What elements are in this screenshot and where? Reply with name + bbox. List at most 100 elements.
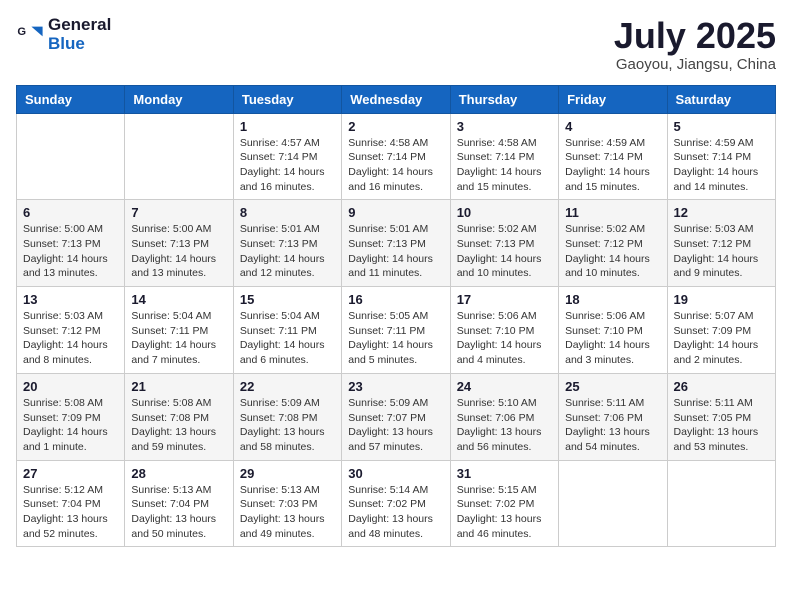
day-number: 7 [131,205,226,220]
day-number: 26 [674,379,769,394]
day-number: 27 [23,466,118,481]
day-info: Sunrise: 5:12 AM Sunset: 7:04 PM Dayligh… [23,483,118,542]
svg-text:G: G [17,26,26,38]
calendar-day-cell: 25 Sunrise: 5:11 AM Sunset: 7:06 PM Dayli… [559,373,667,460]
day-info: Sunrise: 5:08 AM Sunset: 7:08 PM Dayligh… [131,396,226,455]
day-info: Sunrise: 5:00 AM Sunset: 7:13 PM Dayligh… [23,222,118,281]
calendar-week-row: 20 Sunrise: 5:08 AM Sunset: 7:09 PM Dayli… [17,373,776,460]
day-number: 22 [240,379,335,394]
calendar-day-cell: 2 Sunrise: 4:58 AM Sunset: 7:14 PM Daylig… [342,113,450,200]
day-number: 23 [348,379,443,394]
calendar-day-cell: 13Sunrise: 5:03 AM Sunset: 7:12 PM Dayli… [17,287,125,374]
calendar-day-cell: 15 Sunrise: 5:04 AM Sunset: 7:11 PM Dayli… [233,287,341,374]
day-number: 25 [565,379,660,394]
logo-general-text: General [48,16,111,35]
day-info: Sunrise: 4:59 AM Sunset: 7:14 PM Dayligh… [674,136,769,195]
calendar-day-cell: 19 Sunrise: 5:07 AM Sunset: 7:09 PM Dayli… [667,287,775,374]
calendar-day-cell: 17Sunrise: 5:06 AM Sunset: 7:10 PM Dayli… [450,287,558,374]
day-info: Sunrise: 5:06 AM Sunset: 7:10 PM Dayligh… [457,309,552,368]
day-info: Sunrise: 5:03 AM Sunset: 7:12 PM Dayligh… [23,309,118,368]
day-number: 31 [457,466,552,481]
calendar-week-row: 6 Sunrise: 5:00 AM Sunset: 7:13 PM Daylig… [17,200,776,287]
calendar-day-cell: 6 Sunrise: 5:00 AM Sunset: 7:13 PM Daylig… [17,200,125,287]
calendar-day-cell: 30Sunrise: 5:14 AM Sunset: 7:02 PM Dayli… [342,460,450,547]
calendar-day-cell: 24Sunrise: 5:10 AM Sunset: 7:06 PM Dayli… [450,373,558,460]
day-number: 29 [240,466,335,481]
day-info: Sunrise: 5:09 AM Sunset: 7:08 PM Dayligh… [240,396,335,455]
day-info: Sunrise: 5:13 AM Sunset: 7:03 PM Dayligh… [240,483,335,542]
day-number: 3 [457,119,552,134]
day-info: Sunrise: 5:10 AM Sunset: 7:06 PM Dayligh… [457,396,552,455]
day-info: Sunrise: 5:08 AM Sunset: 7:09 PM Dayligh… [23,396,118,455]
day-of-week-header: Tuesday [233,85,341,113]
day-number: 2 [348,119,443,134]
subtitle: Gaoyou, Jiangsu, China [614,56,776,73]
day-info: Sunrise: 5:11 AM Sunset: 7:06 PM Dayligh… [565,396,660,455]
day-info: Sunrise: 5:11 AM Sunset: 7:05 PM Dayligh… [674,396,769,455]
day-number: 12 [674,205,769,220]
calendar-week-row: 27 Sunrise: 5:12 AM Sunset: 7:04 PM Dayli… [17,460,776,547]
calendar-day-cell: 3 Sunrise: 4:58 AM Sunset: 7:14 PM Daylig… [450,113,558,200]
day-of-week-header: Wednesday [342,85,450,113]
day-info: Sunrise: 5:09 AM Sunset: 7:07 PM Dayligh… [348,396,443,455]
calendar-day-cell: 31 Sunrise: 5:15 AM Sunset: 7:02 PM Dayli… [450,460,558,547]
day-number: 20 [23,379,118,394]
calendar-day-cell: 20 Sunrise: 5:08 AM Sunset: 7:09 PM Dayli… [17,373,125,460]
calendar-day-cell: 14 Sunrise: 5:04 AM Sunset: 7:11 PM Dayli… [125,287,233,374]
day-info: Sunrise: 5:04 AM Sunset: 7:11 PM Dayligh… [240,309,335,368]
day-info: Sunrise: 4:58 AM Sunset: 7:14 PM Dayligh… [348,136,443,195]
calendar-day-cell: 4 Sunrise: 4:59 AM Sunset: 7:14 PM Daylig… [559,113,667,200]
day-number: 30 [348,466,443,481]
calendar-day-cell [17,113,125,200]
calendar-week-row: 1Sunrise: 4:57 AM Sunset: 7:14 PM Daylig… [17,113,776,200]
calendar-day-cell: 10Sunrise: 5:02 AM Sunset: 7:13 PM Dayli… [450,200,558,287]
day-of-week-header: Friday [559,85,667,113]
day-number: 5 [674,119,769,134]
main-title: July 2025 [614,16,776,56]
day-info: Sunrise: 5:00 AM Sunset: 7:13 PM Dayligh… [131,222,226,281]
title-section: July 2025 Gaoyou, Jiangsu, China [614,16,776,73]
day-number: 4 [565,119,660,134]
day-info: Sunrise: 5:04 AM Sunset: 7:11 PM Dayligh… [131,309,226,368]
day-info: Sunrise: 5:15 AM Sunset: 7:02 PM Dayligh… [457,483,552,542]
calendar-day-cell: 27 Sunrise: 5:12 AM Sunset: 7:04 PM Dayli… [17,460,125,547]
day-info: Sunrise: 5:01 AM Sunset: 7:13 PM Dayligh… [240,222,335,281]
day-info: Sunrise: 5:07 AM Sunset: 7:09 PM Dayligh… [674,309,769,368]
calendar-day-cell: 23 Sunrise: 5:09 AM Sunset: 7:07 PM Dayli… [342,373,450,460]
logo-icon: G [16,21,44,49]
calendar-table: SundayMondayTuesdayWednesdayThursdayFrid… [16,85,776,548]
calendar-week-row: 13Sunrise: 5:03 AM Sunset: 7:12 PM Dayli… [17,287,776,374]
day-info: Sunrise: 5:13 AM Sunset: 7:04 PM Dayligh… [131,483,226,542]
calendar-day-cell: 16 Sunrise: 5:05 AM Sunset: 7:11 PM Dayli… [342,287,450,374]
day-number: 15 [240,292,335,307]
calendar-day-cell: 26 Sunrise: 5:11 AM Sunset: 7:05 PM Dayli… [667,373,775,460]
day-info: Sunrise: 4:58 AM Sunset: 7:14 PM Dayligh… [457,136,552,195]
day-number: 1 [240,119,335,134]
calendar-day-cell: 1Sunrise: 4:57 AM Sunset: 7:14 PM Daylig… [233,113,341,200]
logo: G General Blue [16,16,111,53]
calendar-day-cell [125,113,233,200]
day-info: Sunrise: 5:03 AM Sunset: 7:12 PM Dayligh… [674,222,769,281]
calendar-day-cell: 12 Sunrise: 5:03 AM Sunset: 7:12 PM Dayli… [667,200,775,287]
calendar-day-cell: 18Sunrise: 5:06 AM Sunset: 7:10 PM Dayli… [559,287,667,374]
calendar-day-cell: 11Sunrise: 5:02 AM Sunset: 7:12 PM Dayli… [559,200,667,287]
day-info: Sunrise: 4:59 AM Sunset: 7:14 PM Dayligh… [565,136,660,195]
calendar-day-cell: 21Sunrise: 5:08 AM Sunset: 7:08 PM Dayli… [125,373,233,460]
day-number: 16 [348,292,443,307]
calendar-day-cell: 22 Sunrise: 5:09 AM Sunset: 7:08 PM Dayli… [233,373,341,460]
day-number: 11 [565,205,660,220]
day-of-week-header: Monday [125,85,233,113]
day-number: 28 [131,466,226,481]
day-of-week-header: Saturday [667,85,775,113]
calendar-day-cell: 9Sunrise: 5:01 AM Sunset: 7:13 PM Daylig… [342,200,450,287]
calendar-day-cell: 28 Sunrise: 5:13 AM Sunset: 7:04 PM Dayli… [125,460,233,547]
day-info: Sunrise: 5:05 AM Sunset: 7:11 PM Dayligh… [348,309,443,368]
day-number: 6 [23,205,118,220]
calendar-day-cell: 7 Sunrise: 5:00 AM Sunset: 7:13 PM Daylig… [125,200,233,287]
day-number: 19 [674,292,769,307]
day-number: 8 [240,205,335,220]
page-header: G General Blue July 2025 Gaoyou, Jiangsu… [16,16,776,73]
day-info: Sunrise: 5:02 AM Sunset: 7:13 PM Dayligh… [457,222,552,281]
calendar-day-cell [667,460,775,547]
day-number: 14 [131,292,226,307]
